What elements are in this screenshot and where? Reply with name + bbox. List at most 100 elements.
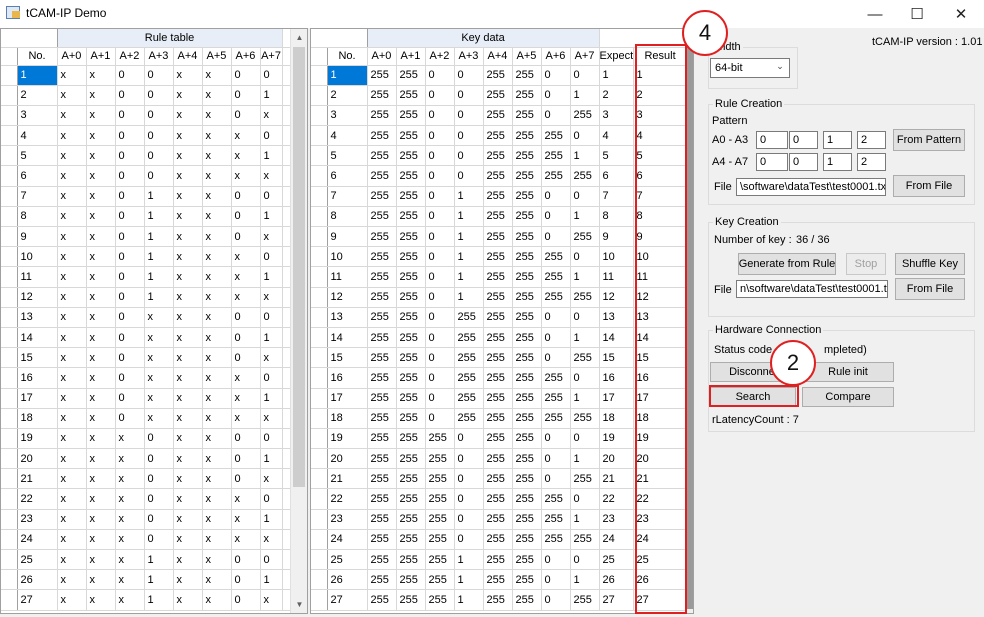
row-header[interactable] (311, 327, 328, 349)
table-cell[interactable]: x (86, 509, 116, 530)
table-row[interactable]: 23 255 255 255 0 255 255 255 1 23 23 (311, 509, 688, 530)
table-cell[interactable]: 255 (570, 287, 600, 308)
table-cell[interactable]: 1 (454, 549, 484, 571)
table-cell[interactable]: 255 (541, 488, 571, 510)
row-number-cell[interactable]: 4 (327, 125, 368, 147)
table-cell[interactable]: 255 (396, 327, 426, 349)
table-cell[interactable]: 0 (454, 428, 484, 450)
table-cell[interactable]: 0 (541, 428, 571, 450)
table-row[interactable]: 8 255 255 0 1 255 255 0 1 8 8 (311, 206, 688, 228)
table-cell[interactable]: 1 (260, 266, 283, 288)
table-cell[interactable]: x (231, 246, 261, 268)
table-cell[interactable]: 255 (541, 529, 571, 551)
table-row[interactable]: 20 255 255 255 0 255 255 0 1 20 20 (311, 448, 688, 470)
table-cell[interactable]: x (144, 347, 174, 369)
table-cell[interactable]: x (86, 287, 116, 308)
table-cell[interactable]: 0 (425, 388, 455, 409)
row-number-cell[interactable]: 9 (17, 226, 58, 248)
row-header[interactable] (1, 468, 18, 490)
table-cell[interactable]: 0 (231, 549, 261, 571)
row-number-cell[interactable]: 3 (17, 105, 58, 127)
table-cell[interactable]: 0 (425, 145, 455, 167)
table-cell[interactable]: 0 (115, 65, 145, 86)
rule-file-field[interactable]: \software\dataTest\test0001.txt (736, 178, 886, 196)
table-cell[interactable]: x (202, 105, 232, 127)
pattern-a7-field[interactable]: 2 (857, 153, 886, 171)
table-cell[interactable]: x (173, 206, 203, 228)
table-cell[interactable]: 0 (425, 105, 455, 127)
pattern-a2-field[interactable]: 1 (823, 131, 852, 149)
table-cell[interactable]: 0 (115, 388, 145, 409)
table-cell[interactable]: 0 (570, 367, 600, 389)
table-cell[interactable]: 0 (454, 165, 484, 187)
table-cell[interactable]: 0 (541, 589, 571, 611)
row-number-cell[interactable]: 21 (327, 468, 368, 490)
table-cell[interactable]: x (202, 367, 232, 389)
table-cell[interactable]: x (115, 468, 145, 490)
shuffle-key-button[interactable]: Shuffle Key (895, 253, 965, 275)
table-cell[interactable]: 0 (115, 287, 145, 308)
table-cell[interactable]: x (57, 307, 87, 328)
table-cell[interactable]: 0 (115, 85, 145, 106)
row-number-cell[interactable]: 15 (327, 347, 368, 369)
table-cell[interactable]: x (86, 165, 116, 187)
table-cell[interactable]: x (115, 549, 145, 571)
table-cell[interactable]: 1 (570, 145, 600, 167)
table-cell[interactable]: 0 (231, 85, 261, 106)
table-cell[interactable]: 19 (599, 428, 634, 450)
table-cell[interactable]: 0 (425, 226, 455, 248)
key-file-field[interactable]: n\software\dataTest\test0001.txt (736, 280, 888, 298)
table-cell[interactable]: 1 (144, 287, 174, 308)
row-number-cell[interactable]: 16 (17, 367, 58, 389)
table-cell[interactable]: 0 (454, 65, 484, 86)
table-cell[interactable]: 255 (367, 125, 397, 147)
row-header[interactable] (311, 165, 328, 187)
table-cell[interactable]: 0 (541, 569, 571, 591)
table-cell[interactable]: 0 (231, 226, 261, 248)
row-header[interactable] (1, 367, 18, 389)
row-header[interactable] (311, 206, 328, 228)
table-cell[interactable]: 0 (425, 367, 455, 389)
table-cell[interactable]: 255 (512, 206, 542, 228)
table-row[interactable]: 16 255 255 0 255 255 255 255 0 16 16 (311, 367, 688, 389)
row-number-cell[interactable]: 6 (327, 165, 368, 187)
table-row[interactable]: 21 255 255 255 0 255 255 0 255 21 21 (311, 468, 688, 490)
table-cell[interactable]: 255 (512, 367, 542, 389)
table-cell[interactable]: 255 (396, 206, 426, 228)
table-cell[interactable]: 255 (367, 529, 397, 551)
table-cell[interactable]: x (57, 529, 87, 551)
table-cell[interactable]: 255 (367, 206, 397, 228)
row-header[interactable] (311, 266, 328, 288)
table-cell[interactable]: 0 (144, 125, 174, 147)
table-cell[interactable]: 255 (367, 266, 397, 288)
row-number-cell[interactable]: 14 (327, 327, 368, 349)
table-cell[interactable]: 255 (425, 569, 455, 591)
table-cell[interactable]: x (57, 165, 87, 187)
row-number-cell[interactable]: 2 (327, 85, 368, 106)
table-cell[interactable]: 4 (599, 125, 634, 147)
table-cell[interactable]: 255 (367, 186, 397, 207)
table-cell[interactable]: 0 (425, 307, 455, 328)
table-row[interactable]: 12 x x 0 1 x x x x (1, 287, 293, 308)
table-cell[interactable]: 255 (512, 287, 542, 308)
table-cell[interactable]: 0 (144, 105, 174, 127)
table-cell[interactable]: 1 (144, 246, 174, 268)
table-cell[interactable]: 0 (144, 488, 174, 510)
table-cell[interactable]: 255 (512, 105, 542, 127)
table-cell[interactable]: 0 (570, 488, 600, 510)
table-cell[interactable]: x (86, 85, 116, 106)
table-cell[interactable]: 0 (144, 468, 174, 490)
table-cell[interactable]: 255 (483, 327, 513, 349)
table-cell[interactable]: 255 (483, 85, 513, 106)
table-cell[interactable]: 0 (115, 186, 145, 207)
table-cell[interactable]: 255 (483, 186, 513, 207)
table-cell[interactable]: 255 (512, 428, 542, 450)
scrollbar-thumb[interactable] (293, 47, 305, 487)
table-cell[interactable]: x (115, 509, 145, 530)
row-header[interactable] (1, 85, 18, 106)
table-cell[interactable]: 1 (570, 206, 600, 228)
table-cell[interactable]: x (231, 165, 261, 187)
table-cell[interactable]: 17 (599, 388, 634, 409)
table-cell[interactable]: x (260, 347, 283, 369)
table-cell[interactable]: 0 (425, 206, 455, 228)
